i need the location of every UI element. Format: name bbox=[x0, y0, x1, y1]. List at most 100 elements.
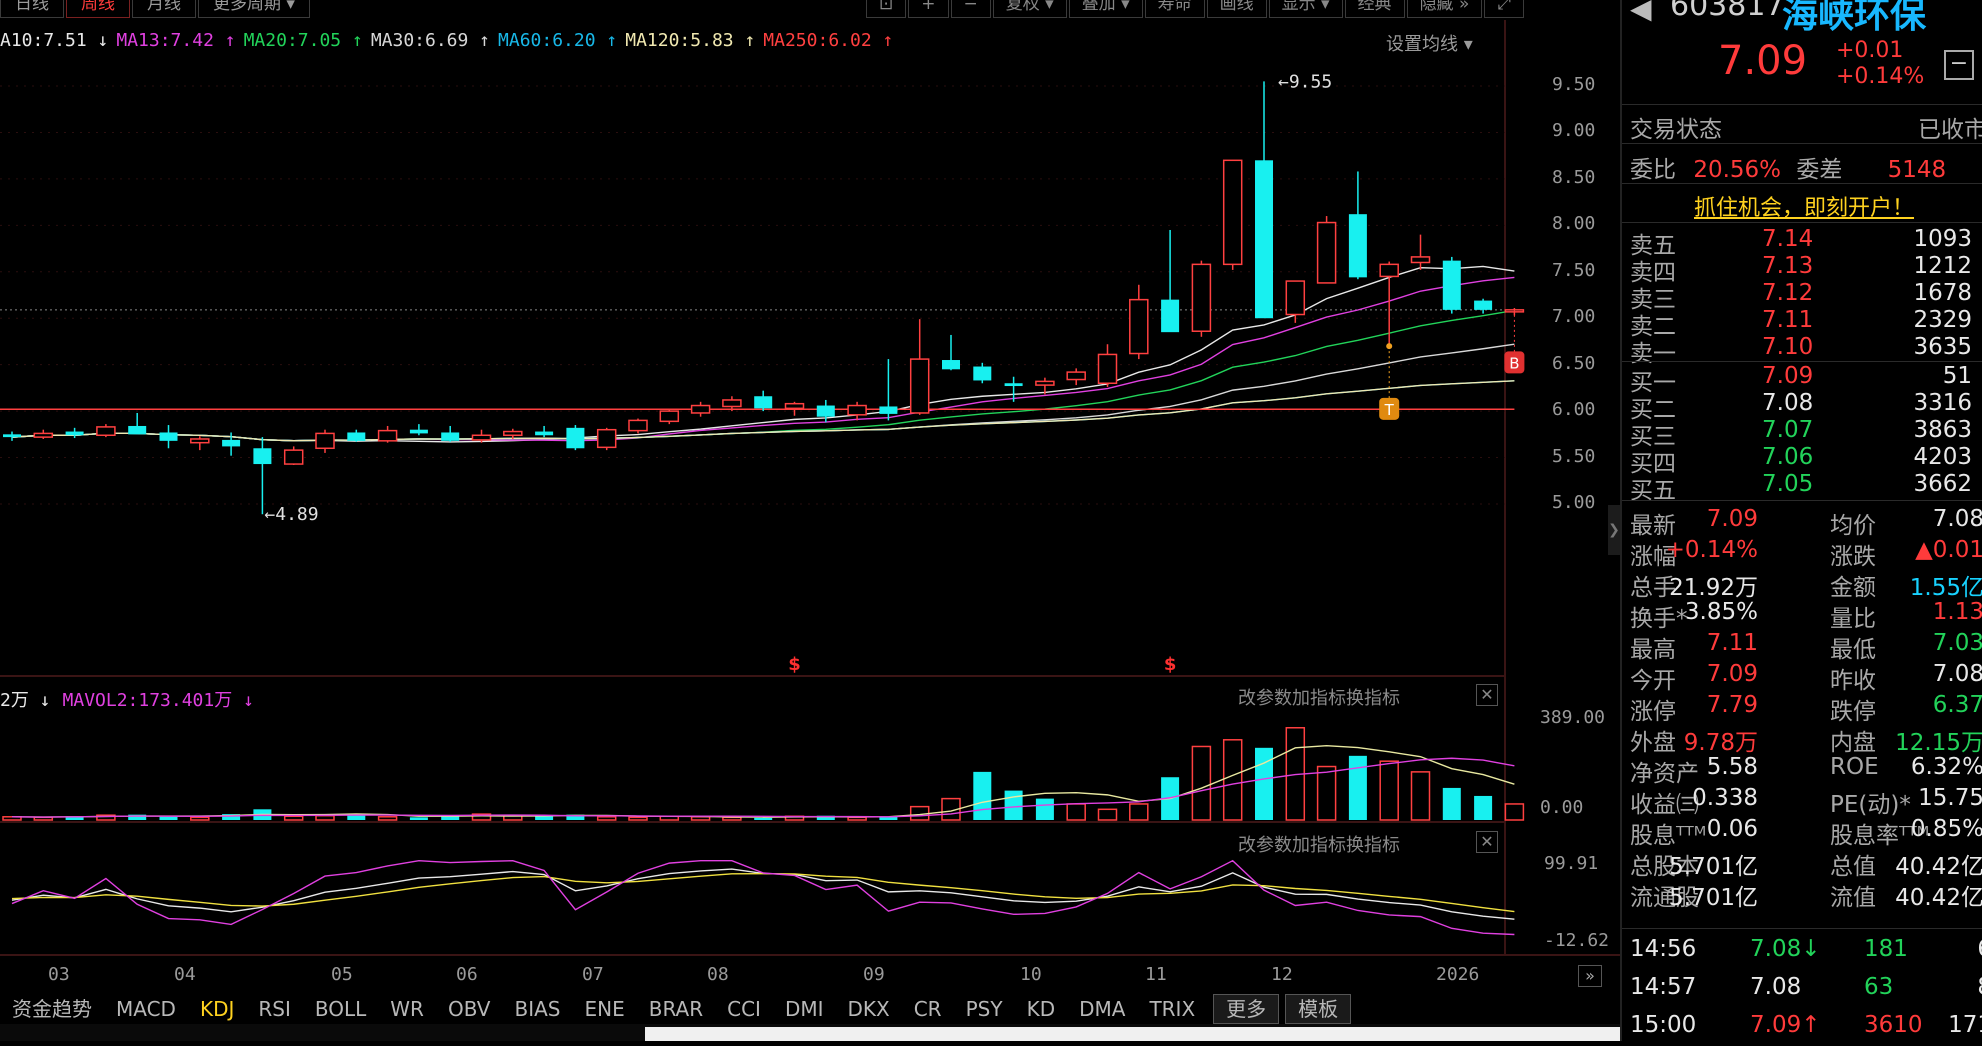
toolbar-button-2[interactable]: − bbox=[950, 0, 991, 18]
open-account-link[interactable]: 抓住机会，即刻开户！ bbox=[1694, 190, 1914, 222]
chart-area[interactable]: ←9.55 ←4.89 B T $ $ bbox=[0, 0, 1620, 1041]
price-tick-5: 7.00 bbox=[1552, 306, 1596, 328]
tick-row-1: 14:57 7.08 63 8 bbox=[1630, 974, 1982, 1008]
candle-body-down bbox=[347, 432, 366, 441]
kdj-pane-button-1[interactable]: 加指标 bbox=[1292, 831, 1346, 857]
ma-legend-item-1: MA13:7.42 ↑ bbox=[116, 30, 236, 51]
panel-collapse-handle[interactable]: ❯ bbox=[1608, 505, 1620, 555]
candle-body-up bbox=[1191, 263, 1212, 332]
volume-pane-close-icon[interactable]: ✕ bbox=[1476, 684, 1498, 706]
period-tab-2[interactable]: 月线 bbox=[132, 0, 196, 18]
volume-bar-up bbox=[1222, 739, 1243, 821]
scroll-right-icon[interactable]: » bbox=[1578, 965, 1602, 987]
kline-chart-svg[interactable]: ←9.55 ←4.89 B T $ $ bbox=[0, 0, 1620, 1041]
collapse-panel-button[interactable]: − bbox=[1944, 50, 1974, 80]
indicator-tab-4[interactable]: BOLL bbox=[303, 994, 378, 1024]
t-marker-dot bbox=[1386, 343, 1393, 350]
indicator-tab-9[interactable]: BRAR bbox=[637, 994, 715, 1024]
order-price: 7.10 bbox=[1762, 334, 1814, 360]
toolbar-button-5[interactable]: 寿命 bbox=[1144, 0, 1205, 18]
kdj-k-line bbox=[11, 868, 1515, 920]
candle-body-down bbox=[1348, 214, 1367, 278]
candle-body-down bbox=[1474, 300, 1493, 310]
volume-pane-button-0[interactable]: 改参数 bbox=[1238, 684, 1292, 710]
s-marker-1[interactable]: $ bbox=[1164, 654, 1177, 675]
kdj-pane-close-icon[interactable]: ✕ bbox=[1476, 831, 1498, 853]
indicator-tab-1[interactable]: MACD bbox=[104, 994, 188, 1024]
order-volume: 4203 bbox=[1913, 444, 1972, 470]
stat-value: 7.09 bbox=[1706, 661, 1758, 687]
price-tick-6: 6.50 bbox=[1552, 352, 1596, 374]
toolbar-button-10[interactable]: ⤢ bbox=[1484, 0, 1524, 18]
candle-body-up bbox=[283, 449, 304, 465]
order-book-row-7: 买三 7.07 3863 bbox=[1630, 417, 1980, 450]
order-volume: 3635 bbox=[1913, 334, 1972, 360]
toolbar-button-6[interactable]: 画线 bbox=[1206, 0, 1267, 18]
period-tab-3[interactable]: 更多周期 ▾ bbox=[198, 0, 310, 18]
kdj-pane-button-2[interactable]: 换指标 bbox=[1346, 831, 1400, 857]
chart-toolbar: ⊡ + − 复权 ▾ 叠加 ▾ 寿命 画线 显示 ▾ 经典 隐藏 » ⤢ bbox=[864, 0, 1524, 18]
ma-settings-button[interactable]: 设置均线 ▾ bbox=[1386, 30, 1473, 56]
toolbar-button-7[interactable]: 显示 ▾ bbox=[1268, 0, 1343, 18]
high-price-annotation: ←9.55 bbox=[1278, 71, 1332, 92]
candle-body-up bbox=[909, 358, 930, 414]
indicator-tab-11[interactable]: DMI bbox=[773, 994, 836, 1024]
candle-body-down bbox=[535, 431, 554, 436]
tick-volume: 181 bbox=[1864, 936, 1908, 962]
indicator-tab-16[interactable]: DMA bbox=[1067, 994, 1137, 1024]
kdj-pane-button-0[interactable]: 改参数 bbox=[1238, 831, 1292, 857]
toolbar-button-0[interactable]: ⊡ bbox=[866, 0, 907, 18]
indicator-tab-15[interactable]: KD bbox=[1015, 994, 1068, 1024]
candle-body-down bbox=[222, 439, 241, 447]
stat-label: 涨停 bbox=[1630, 699, 1676, 725]
period-tab-0[interactable]: 日线 bbox=[0, 0, 64, 18]
indicator-tab-7[interactable]: BIAS bbox=[502, 994, 572, 1024]
indicator-tab-3[interactable]: RSI bbox=[246, 994, 303, 1024]
candle-body-down bbox=[1004, 383, 1023, 387]
candle-body-down bbox=[754, 396, 773, 409]
period-tab-1[interactable]: 周线 bbox=[66, 0, 130, 18]
toolbar-button-1[interactable]: + bbox=[908, 0, 949, 18]
stat-value: 21.92万 bbox=[1669, 575, 1758, 601]
candle-body-up bbox=[1285, 280, 1306, 316]
indicator-tab-2[interactable]: KDJ bbox=[188, 994, 246, 1024]
time-tick-1: 04 bbox=[174, 964, 196, 985]
volume-pane-button-2[interactable]: 换指标 bbox=[1346, 684, 1400, 710]
volume-pane-button-1[interactable]: 加指标 bbox=[1292, 684, 1346, 710]
indicator-tab-17[interactable]: TRIX bbox=[1137, 994, 1207, 1024]
indicator-tab-8[interactable]: ENE bbox=[572, 994, 636, 1024]
s-marker-0[interactable]: $ bbox=[788, 654, 801, 675]
stock-code: 603817 bbox=[1670, 0, 1785, 23]
volume-bar-up bbox=[315, 814, 335, 821]
indicator-tab-6[interactable]: OBV bbox=[436, 994, 503, 1024]
candle-body-up bbox=[1222, 159, 1243, 266]
indicator-tab-18[interactable]: 更多 bbox=[1213, 994, 1280, 1024]
stat-row-0: 最新 7.09 均价 7.08 bbox=[1630, 506, 1982, 539]
candle-body-down bbox=[973, 366, 992, 381]
stat-label: 内盘 bbox=[1830, 730, 1876, 756]
toolbar-button-8[interactable]: 经典 bbox=[1344, 0, 1405, 18]
toolbar-button-4[interactable]: 叠加 ▾ bbox=[1068, 0, 1143, 18]
indicator-tab-13[interactable]: CR bbox=[902, 994, 954, 1024]
indicator-tab-5[interactable]: WR bbox=[378, 994, 436, 1024]
stat-value: ▲0.01 bbox=[1915, 537, 1982, 563]
order-book-row-5: 买一 7.09 51 bbox=[1630, 363, 1980, 396]
indicator-tab-10[interactable]: CCI bbox=[715, 994, 773, 1024]
volume-bar-up bbox=[1379, 760, 1399, 821]
stat-value: 7.11 bbox=[1706, 630, 1758, 656]
candle-body-up bbox=[1410, 256, 1431, 264]
toolbar-button-3[interactable]: 复权 ▾ bbox=[992, 0, 1067, 18]
back-arrow-icon[interactable]: ◀ bbox=[1630, 0, 1652, 25]
ma-legend-item-4: MA60:6.20 ↑ bbox=[498, 30, 618, 51]
indicator-tab-0[interactable]: 资金趋势 bbox=[0, 994, 104, 1024]
volume-bar-up bbox=[377, 816, 398, 821]
indicator-tab-19[interactable]: 模板 bbox=[1285, 994, 1352, 1024]
candle-body-up bbox=[659, 410, 680, 423]
indicator-tab-12[interactable]: DKX bbox=[836, 994, 902, 1024]
candle-body-up bbox=[471, 434, 492, 441]
low-price-annotation: ←4.89 bbox=[264, 504, 318, 525]
price-tick-4: 7.50 bbox=[1552, 259, 1596, 281]
indicator-tab-14[interactable]: PSY bbox=[954, 994, 1015, 1024]
volume-bar-up bbox=[1316, 765, 1337, 821]
toolbar-button-9[interactable]: 隐藏 » bbox=[1406, 0, 1483, 18]
